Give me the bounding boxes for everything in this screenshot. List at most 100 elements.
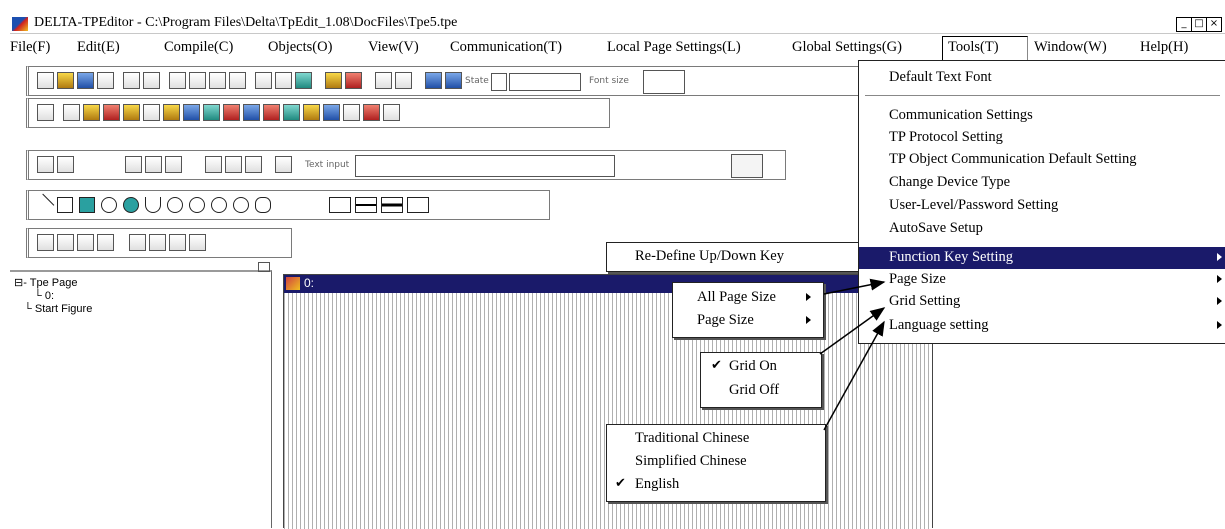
menu-item-redefine-up-down-key[interactable]: Re-Define Up/Down Key (607, 246, 859, 268)
rectangle-tool-icon[interactable] (57, 197, 73, 213)
text-object-icon[interactable] (203, 104, 220, 121)
line-style-thin-icon[interactable] (329, 197, 351, 213)
menu-item-traditional-chinese[interactable]: Traditional Chinese (607, 428, 825, 450)
sector-tool-icon[interactable] (211, 197, 227, 213)
menu-file[interactable]: File(F) (10, 39, 50, 56)
recipe-object-icon[interactable] (283, 104, 300, 121)
line-style-medium-icon[interactable] (355, 197, 377, 213)
maximize-button[interactable]: □ (1191, 17, 1207, 32)
redo-icon[interactable] (143, 72, 160, 89)
align-top-icon[interactable] (205, 156, 222, 173)
undo-icon[interactable] (123, 72, 140, 89)
font-size-select[interactable] (643, 70, 685, 94)
tree-close-icon[interactable] (258, 262, 270, 272)
menu-item-grid-on[interactable]: ✔ Grid On (701, 356, 821, 378)
move-right-icon[interactable] (189, 234, 206, 251)
menu-item-user-level-password[interactable]: User-Level/Password Setting (859, 195, 1225, 217)
text-input-button[interactable] (731, 154, 763, 178)
rotate-left-icon[interactable] (37, 156, 54, 173)
menu-view[interactable]: View(V) (368, 39, 419, 56)
menu-item-page-size[interactable]: Page Size (859, 269, 1225, 291)
circle-tool-icon[interactable] (101, 197, 117, 213)
state-select[interactable] (509, 73, 581, 91)
trend-object-icon[interactable] (183, 104, 200, 121)
menu-global-settings[interactable]: Global Settings(G) (792, 39, 902, 56)
zoom-out-icon[interactable] (395, 72, 412, 89)
menu-item-autosave-setup[interactable]: AutoSave Setup (859, 218, 1225, 240)
align-center-icon[interactable] (145, 156, 162, 173)
menu-item-grid-setting[interactable]: Grid Setting (859, 291, 1225, 313)
line-tool-icon[interactable] (31, 193, 55, 217)
menu-item-language-setting[interactable]: Language setting (859, 315, 1225, 337)
keypad-object-icon[interactable] (323, 104, 340, 121)
eraser-icon[interactable] (255, 72, 272, 89)
page-icon[interactable] (275, 72, 292, 89)
space-vertical-icon[interactable] (97, 234, 114, 251)
polygon-tool-icon[interactable] (255, 197, 271, 213)
menu-window[interactable]: Window(W) (1034, 39, 1107, 56)
arrow-down-icon[interactable] (445, 72, 462, 89)
filled-circle-tool-icon[interactable] (123, 197, 139, 213)
menu-communication[interactable]: Communication(T) (450, 39, 562, 56)
cross-object-icon[interactable] (383, 104, 400, 121)
menu-edit[interactable]: Edit(E) (77, 39, 120, 56)
ellipse-arc-tool-icon[interactable] (189, 197, 205, 213)
rotate-right-icon[interactable] (57, 156, 74, 173)
sampling-object-icon[interactable] (363, 104, 380, 121)
clock-object-icon[interactable] (223, 104, 240, 121)
same-height-icon[interactable] (37, 234, 54, 251)
select-pointer-icon[interactable] (37, 104, 54, 121)
state-spinner[interactable] (491, 73, 507, 91)
space-horizontal-icon[interactable] (77, 234, 94, 251)
menu-item-grid-off[interactable]: Grid Off (701, 380, 821, 402)
menu-item-tp-object-communication-default[interactable]: TP Object Communication Default Setting (859, 149, 1225, 171)
graph-object-icon[interactable] (163, 104, 180, 121)
open-file-icon[interactable] (57, 72, 74, 89)
meter-object-icon[interactable] (123, 104, 140, 121)
minimize-button[interactable]: _ (1176, 17, 1192, 32)
keyboard-icon[interactable] (275, 156, 292, 173)
calculator-icon[interactable] (295, 72, 312, 89)
menu-item-communication-settings[interactable]: Communication Settings (859, 105, 1225, 127)
alarm-object-icon[interactable] (263, 104, 280, 121)
macro-object-icon[interactable] (343, 104, 360, 121)
tree-item-page-0[interactable]: └ 0: (34, 290, 54, 302)
align-right-icon[interactable] (165, 156, 182, 173)
bar-object-icon[interactable] (143, 104, 160, 121)
line-style-thick-icon[interactable] (381, 197, 403, 213)
menu-item-tp-protocol-setting[interactable]: TP Protocol Setting (859, 127, 1225, 149)
print-icon[interactable] (97, 72, 114, 89)
compile-icon[interactable] (325, 72, 342, 89)
menu-objects[interactable]: Objects(O) (268, 39, 332, 56)
zoom-in-icon[interactable] (375, 72, 392, 89)
menu-item-english[interactable]: ✔ English (607, 474, 825, 496)
same-width-icon[interactable] (57, 234, 74, 251)
switch-object-icon[interactable] (103, 104, 120, 121)
lamp-object-icon[interactable] (83, 104, 100, 121)
align-middle-icon[interactable] (225, 156, 242, 173)
new-file-icon[interactable] (37, 72, 54, 89)
move-top-icon[interactable] (129, 234, 146, 251)
bitmap-object-icon[interactable] (303, 104, 320, 121)
button-object-icon[interactable] (63, 104, 80, 121)
save-icon[interactable] (77, 72, 94, 89)
ellipse-tool-icon[interactable] (167, 197, 183, 213)
menu-item-change-device-type[interactable]: Change Device Type (859, 172, 1225, 194)
menu-compile[interactable]: Compile(C) (164, 39, 233, 56)
move-left-icon[interactable] (169, 234, 186, 251)
align-left-icon[interactable] (125, 156, 142, 173)
close-button[interactable]: × (1206, 17, 1222, 32)
menu-item-page-size[interactable]: Page Size (673, 310, 823, 332)
align-bottom-icon[interactable] (245, 156, 262, 173)
pie-tool-icon[interactable] (233, 197, 249, 213)
menu-help[interactable]: Help(H) (1140, 39, 1188, 56)
text-input-field[interactable] (355, 155, 615, 177)
move-bottom-icon[interactable] (149, 234, 166, 251)
menu-item-all-page-size[interactable]: All Page Size (673, 287, 823, 309)
filled-rectangle-tool-icon[interactable] (79, 197, 95, 213)
copy-icon[interactable] (209, 72, 226, 89)
tree-item-start-figure[interactable]: └ Start Figure (24, 303, 92, 315)
menu-item-default-text-font[interactable]: Default Text Font (859, 67, 1225, 89)
delete-icon[interactable] (169, 72, 186, 89)
cut-icon[interactable] (189, 72, 206, 89)
